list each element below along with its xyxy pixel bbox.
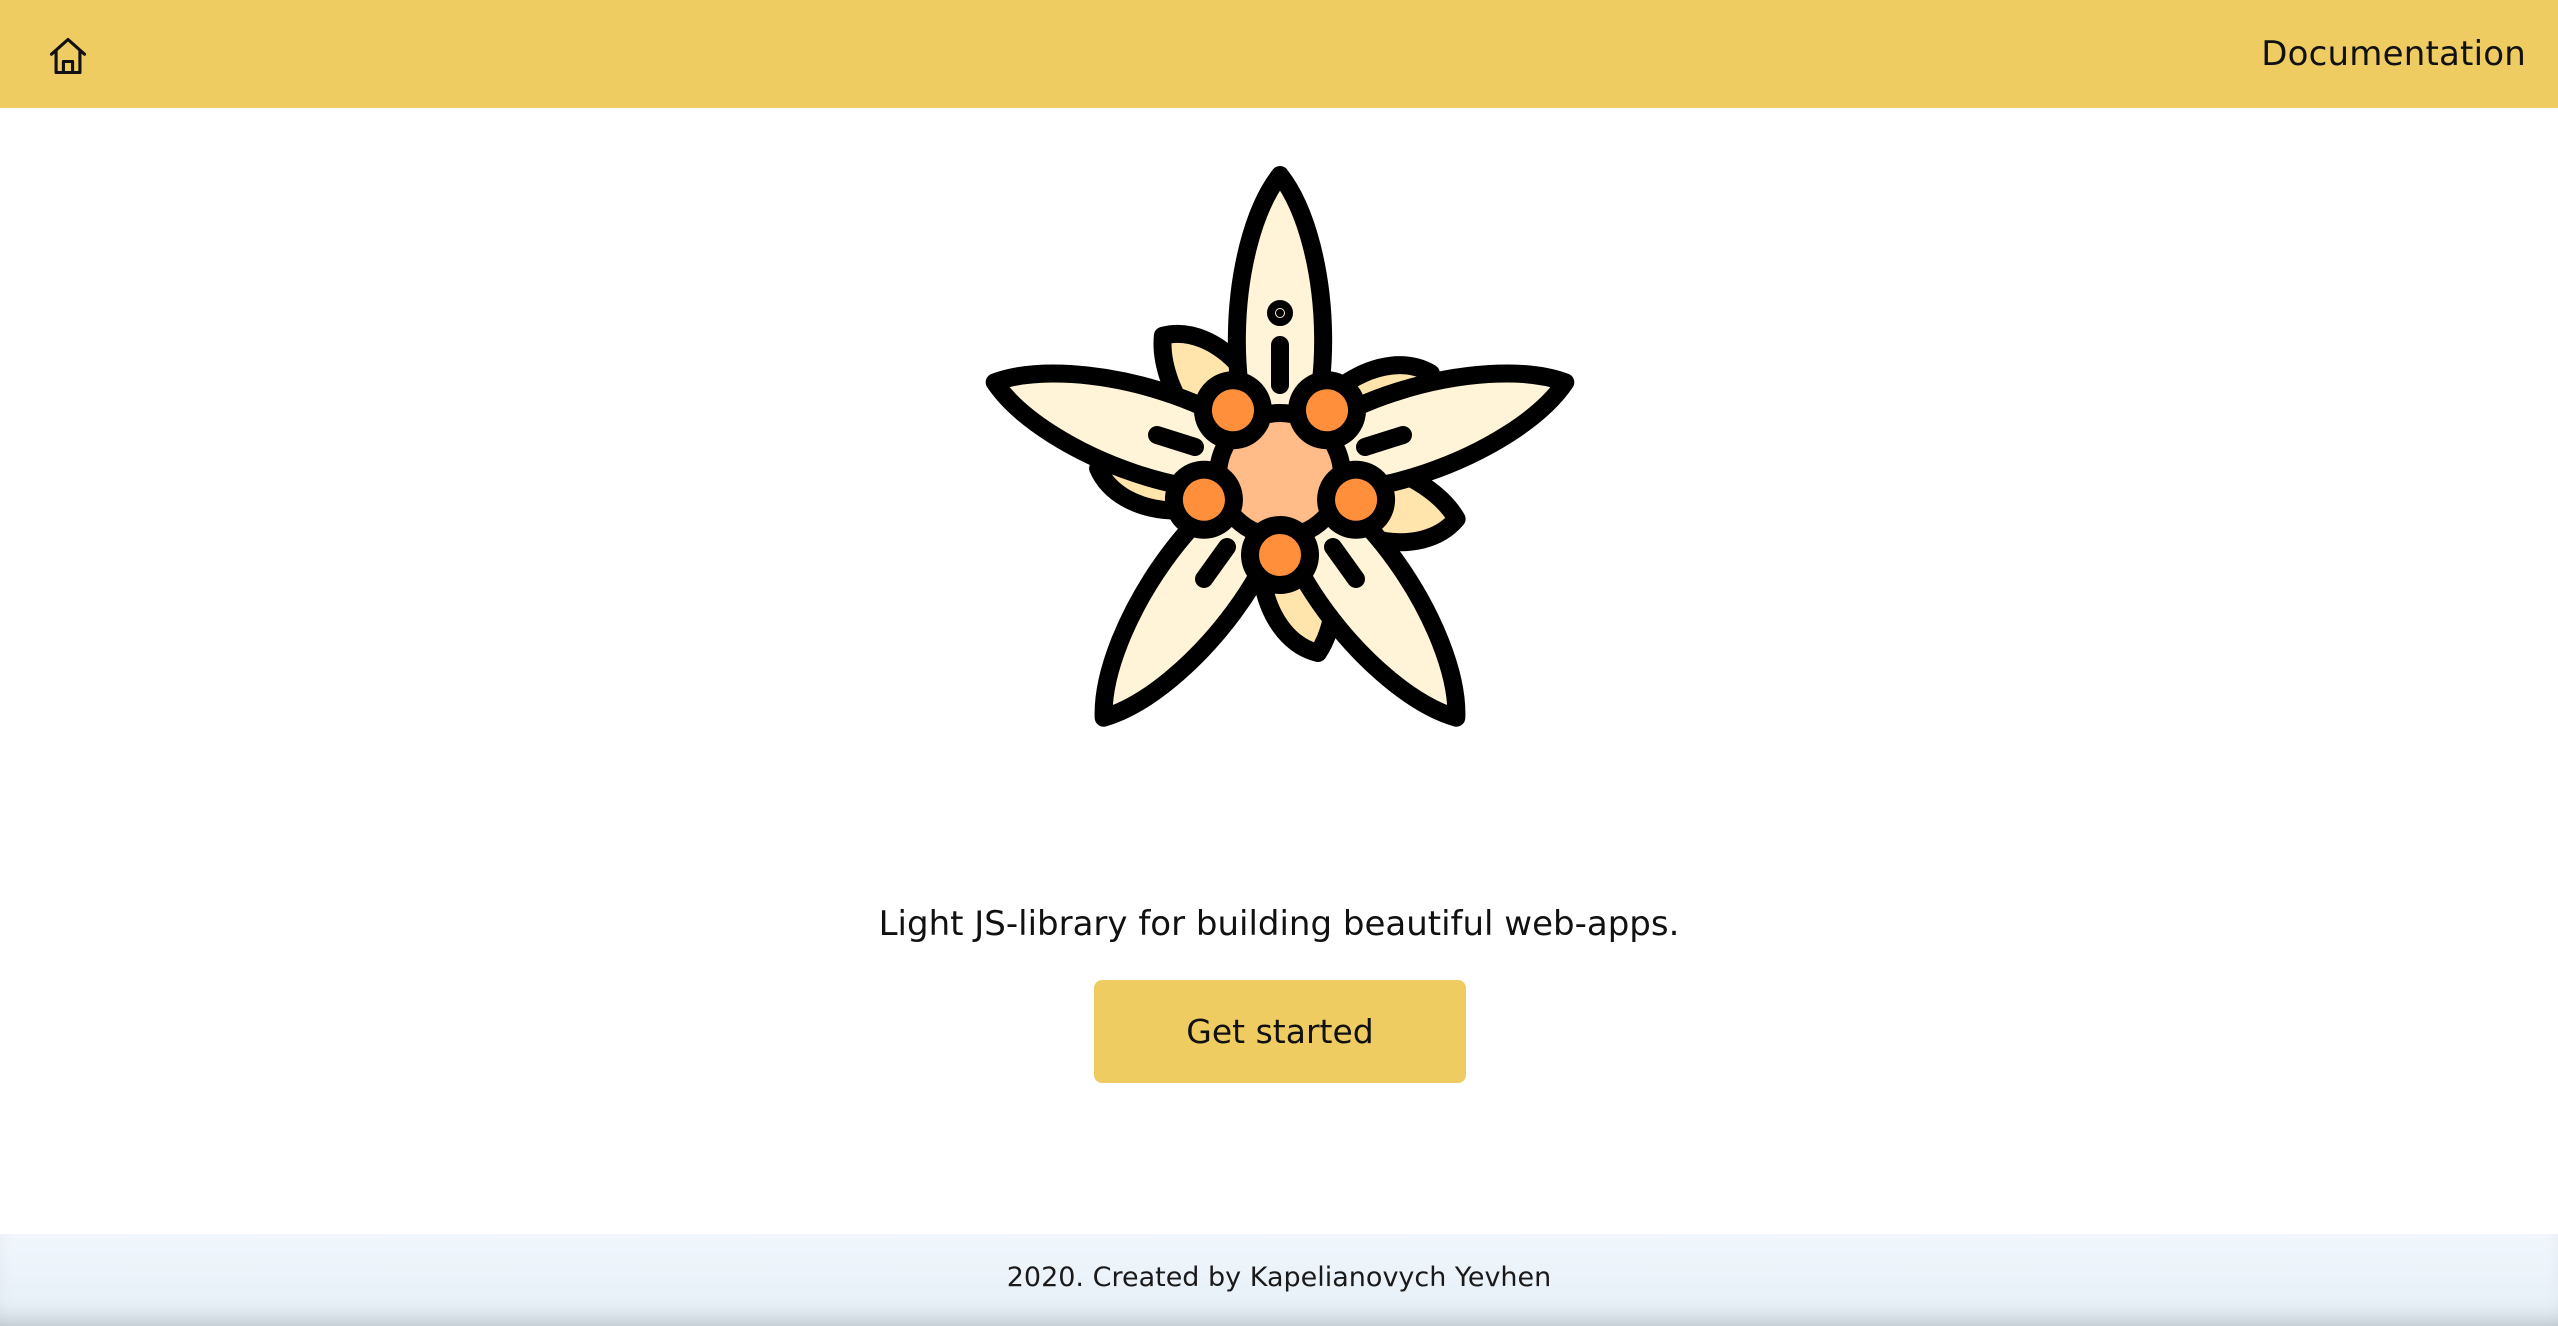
tagline: Light JS-library for building beautiful … [878, 904, 1680, 944]
documentation-link[interactable]: Documentation [2261, 28, 2526, 80]
get-started-button[interactable]: Get started [1094, 980, 1466, 1083]
home-icon [49, 37, 87, 75]
edelweiss-flower-icon [960, 140, 1600, 740]
top-navigation-bar: Documentation [0, 0, 2558, 108]
home-button[interactable] [38, 28, 98, 84]
footer: 2020. Created by Kapelianovych Yevhen [0, 1234, 2558, 1326]
footer-credits: 2020. Created by Kapelianovych Yevhen [1006, 1262, 1552, 1293]
